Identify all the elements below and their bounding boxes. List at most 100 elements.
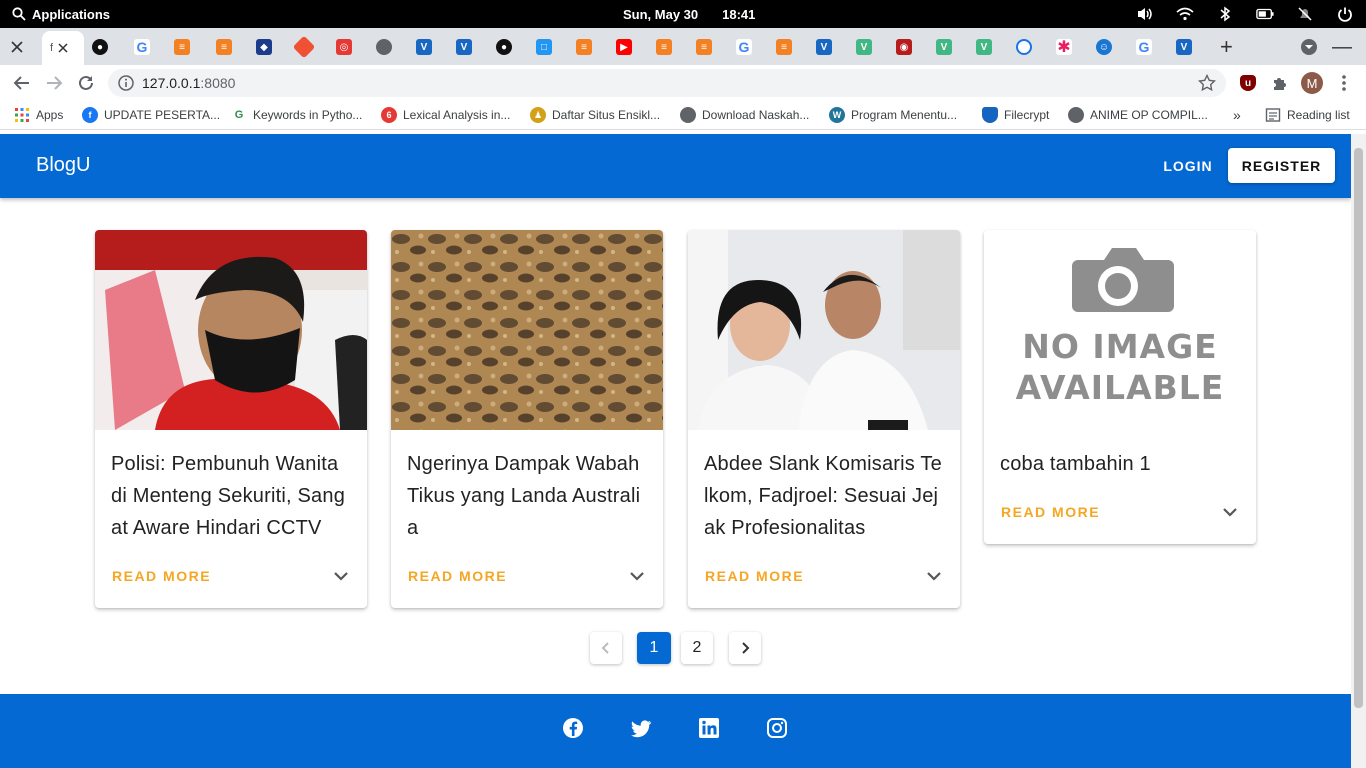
close-window-button[interactable] [6,33,28,61]
page-scrollbar[interactable] [1351,134,1366,768]
applications-menu[interactable]: Applications [12,0,110,28]
clock[interactable]: Sun, May 30 18:41 [623,0,755,28]
tab-vuetify[interactable]: V [456,33,472,61]
brand-title[interactable]: BlogU [36,154,90,177]
reload-button[interactable] [74,71,98,95]
globe-icon [680,107,696,123]
twitter-icon[interactable] [630,717,652,739]
tab-red-app[interactable]: ◉ [896,33,912,61]
pagination-page-2[interactable]: 2 [681,632,713,664]
tab-git[interactable] [292,33,316,61]
wifi-icon[interactable] [1176,5,1194,23]
tab-google[interactable]: G [1136,33,1152,61]
tab-loading[interactable] [1016,33,1032,61]
tab-search-button[interactable] [1300,33,1318,61]
volume-icon[interactable] [1136,5,1154,23]
star-bookmark-icon[interactable] [1198,74,1216,92]
bookmark-filecrypt[interactable]: Filecrypt [982,101,1049,129]
ublock-extension-button[interactable]: u [1236,71,1260,95]
pagination-next-button[interactable] [729,632,761,664]
tab-stackoverflow[interactable]: ≡ [174,33,190,61]
chevron-down-icon[interactable] [924,566,944,586]
post-image-placeholder: NO IMAGE AVAILABLE [984,230,1256,430]
tab-shield[interactable]: ◆ [256,33,272,61]
forward-button[interactable] [42,71,66,95]
tab-github[interactable]: ● [92,33,108,61]
new-tab-button[interactable]: + [1220,33,1233,61]
profile-button[interactable]: M [1300,71,1324,95]
tab-star-app[interactable]: ✱ [1056,33,1072,61]
stackoverflow-icon: ≡ [696,39,712,55]
power-icon[interactable] [1336,5,1354,23]
globe-icon [1068,107,1084,123]
ublock-icon: u [1240,75,1256,91]
tab-vuetify[interactable]: V [416,33,432,61]
chevron-down-icon[interactable] [331,566,351,586]
scrollbar-thumb[interactable] [1354,148,1363,708]
post-title[interactable]: Abdee Slank Komisaris Telkom, Fadjroel: … [688,430,960,544]
bookmark-apps[interactable]: Apps [14,101,63,129]
bluetooth-icon[interactable] [1216,5,1234,23]
facebook-icon: f [82,107,98,123]
tab-vue[interactable]: V [976,33,992,61]
instagram-icon[interactable] [766,717,788,739]
vue-icon: V [856,39,872,55]
battery-icon[interactable] [1256,5,1274,23]
photo-two-men-icon [688,230,960,430]
tab-stackoverflow[interactable]: ≡ [696,33,712,61]
bookmark-daftar-situs[interactable]: ♟ Daftar Situs Ensikl... [530,101,660,129]
tab-stackoverflow[interactable]: ≡ [776,33,792,61]
reading-list-button[interactable]: Reading list [1265,101,1350,129]
tab-google[interactable]: G [134,33,150,61]
post-title[interactable]: Polisi: Pembunuh Wanita di Menteng Sekur… [95,430,367,544]
bookmark-label: Download Naskah... [702,108,810,122]
tab-github[interactable]: ● [496,33,512,61]
read-more-button[interactable]: READ MORE [705,568,804,584]
info-icon[interactable] [118,75,134,91]
bookmark-download-naskah[interactable]: Download Naskah... [680,101,809,129]
linkedin-icon[interactable] [698,717,720,739]
post-title[interactable]: Ngerinya Dampak Wabah Tikus yang Landa A… [391,430,663,544]
app-icon: ◎ [336,39,352,55]
tab-red-app[interactable]: ◎ [336,33,352,61]
tab-stackoverflow[interactable]: ≡ [576,33,592,61]
extensions-button[interactable] [1268,71,1292,95]
tab-google[interactable]: G [736,33,752,61]
tab-stackoverflow[interactable]: ≡ [656,33,672,61]
tab-blue-app[interactable]: □ [536,33,552,61]
pagination-page-1[interactable]: 1 [637,632,671,664]
notifications-off-icon[interactable] [1296,5,1314,23]
facebook-icon[interactable] [562,717,584,739]
tab-robot-app[interactable]: ☺ [1096,33,1112,61]
read-more-button[interactable]: READ MORE [1001,504,1100,520]
system-tray[interactable] [1136,0,1354,28]
tab-close-icon[interactable] [57,42,69,54]
bookmark-anime-op[interactable]: ANIME OP COMPIL... [1068,101,1208,129]
bookmark-keywords-python[interactable]: G Keywords in Pytho... [231,101,362,129]
bookmark-update-peserta[interactable]: f UPDATE PESERTA... [82,101,220,129]
post-title[interactable]: coba tambahin 1 [984,430,1256,480]
read-more-button[interactable]: READ MORE [408,568,507,584]
browser-menu-button[interactable] [1332,71,1356,95]
tab-vue[interactable]: V [936,33,952,61]
tab-stackoverflow[interactable]: ≡ [216,33,232,61]
tab-vue[interactable]: V [856,33,872,61]
more-bookmarks-button[interactable]: » [1233,101,1241,129]
minimize-window-button[interactable]: — [1332,33,1352,61]
bookmark-program-menentu[interactable]: W Program Menentu... [829,101,957,129]
system-top-bar: Applications Sun, May 30 18:41 [0,0,1366,28]
read-more-button[interactable]: READ MORE [112,568,211,584]
register-button[interactable]: REGISTER [1228,148,1335,183]
bookmark-lexical-analysis[interactable]: 6 Lexical Analysis in... [381,101,510,129]
login-button[interactable]: LOGIN [1158,150,1218,182]
tab-vuetify[interactable]: V [1176,33,1192,61]
back-button[interactable] [10,71,34,95]
address-bar[interactable]: 127.0.0.1:8080 [108,69,1226,97]
tab-youtube[interactable]: ▶ [616,33,632,61]
pagination-prev-button[interactable] [590,632,622,664]
tab-globe[interactable] [376,33,392,61]
tab-vuetify[interactable]: V [816,33,832,61]
chevron-down-icon[interactable] [1220,502,1240,522]
tab-active[interactable]: f [42,31,84,65]
chevron-down-icon[interactable] [627,566,647,586]
